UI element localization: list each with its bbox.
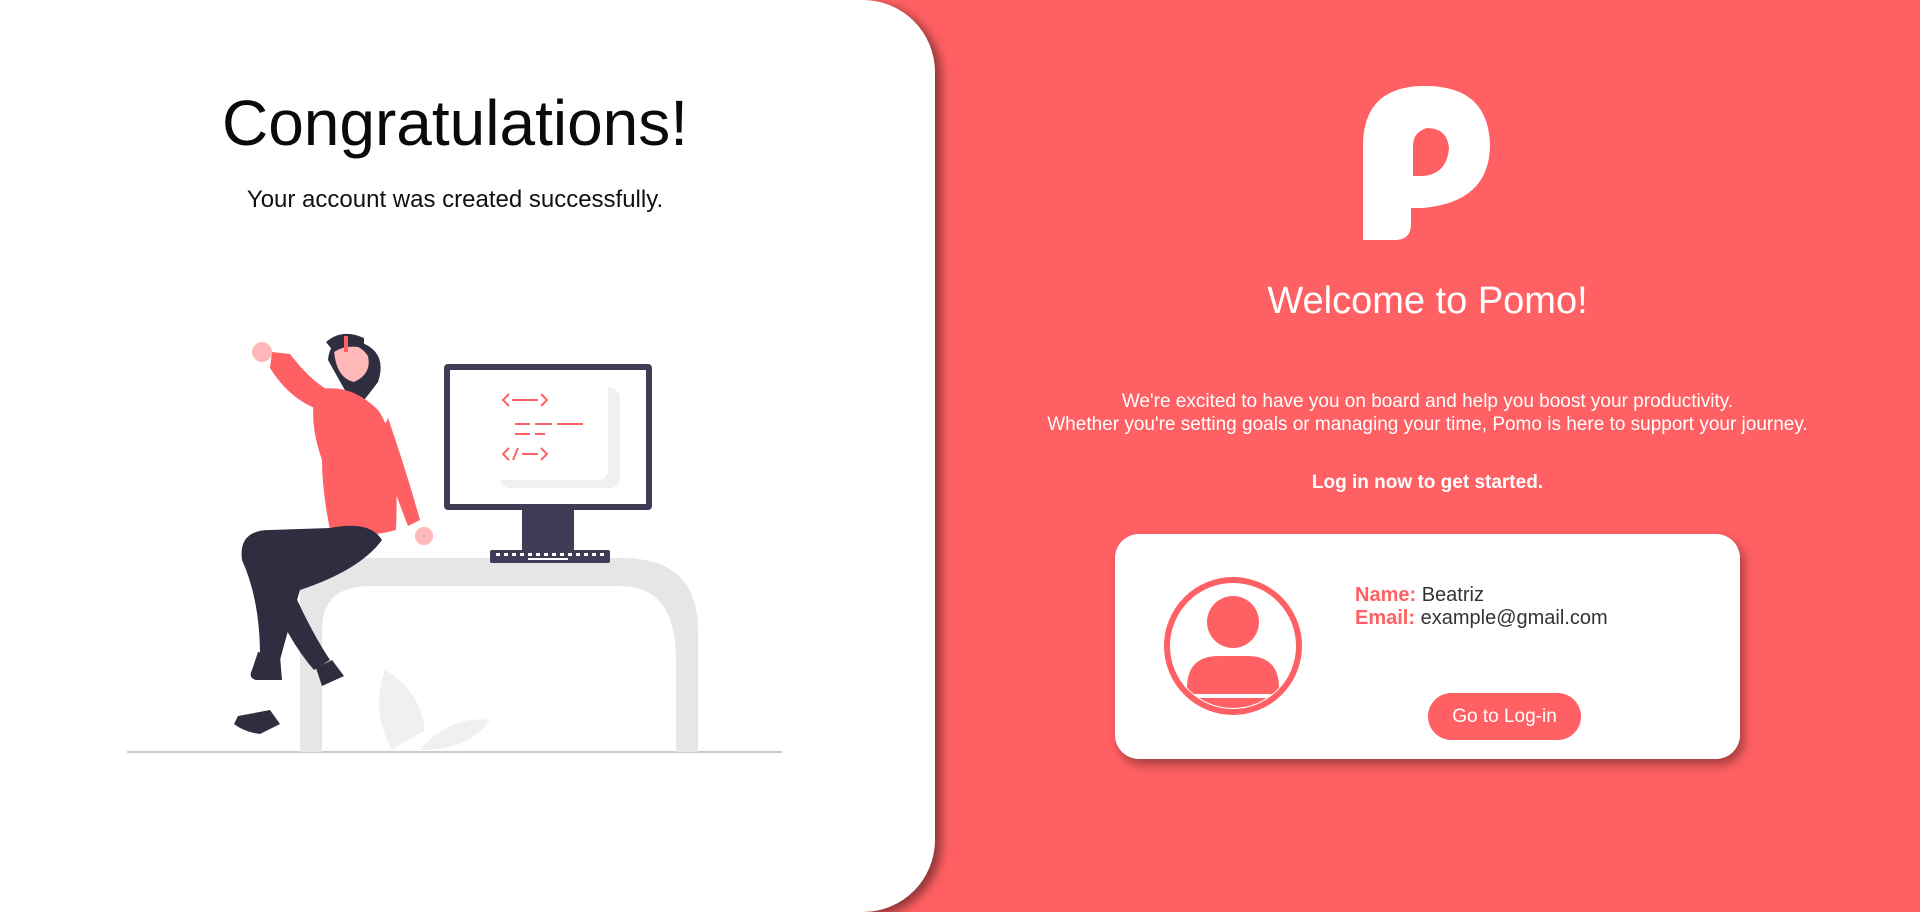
email-row: Email: example@gmail.com [1355,607,1608,630]
pomo-p-logo-icon [1363,85,1490,240]
woman-at-computer-illustration [127,333,782,753]
name-value: Beatriz [1421,584,1484,606]
email-label: Email: [1355,607,1416,629]
go-to-login-button[interactable]: Go to Log-in [1428,693,1581,740]
intro-line-1: We're excited to have you on board and h… [1121,391,1734,412]
welcome-panel: Welcome to Pomo! We're excited to have y… [935,0,1920,912]
user-avatar-icon [1164,577,1302,715]
name-label: Name: [1355,584,1417,606]
user-details: Name: Beatriz Email: example@gmail.com [1355,584,1608,630]
intro-line-2: Whether you're setting goals or managing… [1047,414,1808,435]
user-info-card: Name: Beatriz Email: example@gmail.com G… [1115,534,1740,759]
page-title: Congratulations! [221,87,689,159]
name-row: Name: Beatriz [1355,584,1608,607]
success-panel: Congratulations! Your account was create… [0,0,935,912]
welcome-title: Welcome to Pomo! [1267,280,1588,322]
intro-text: We're excited to have you on board and h… [935,390,1920,436]
email-value: example@gmail.com [1420,607,1608,629]
page-subtitle: Your account was created successfully. [246,186,664,213]
login-prompt: Log in now to get started. [1311,472,1544,493]
